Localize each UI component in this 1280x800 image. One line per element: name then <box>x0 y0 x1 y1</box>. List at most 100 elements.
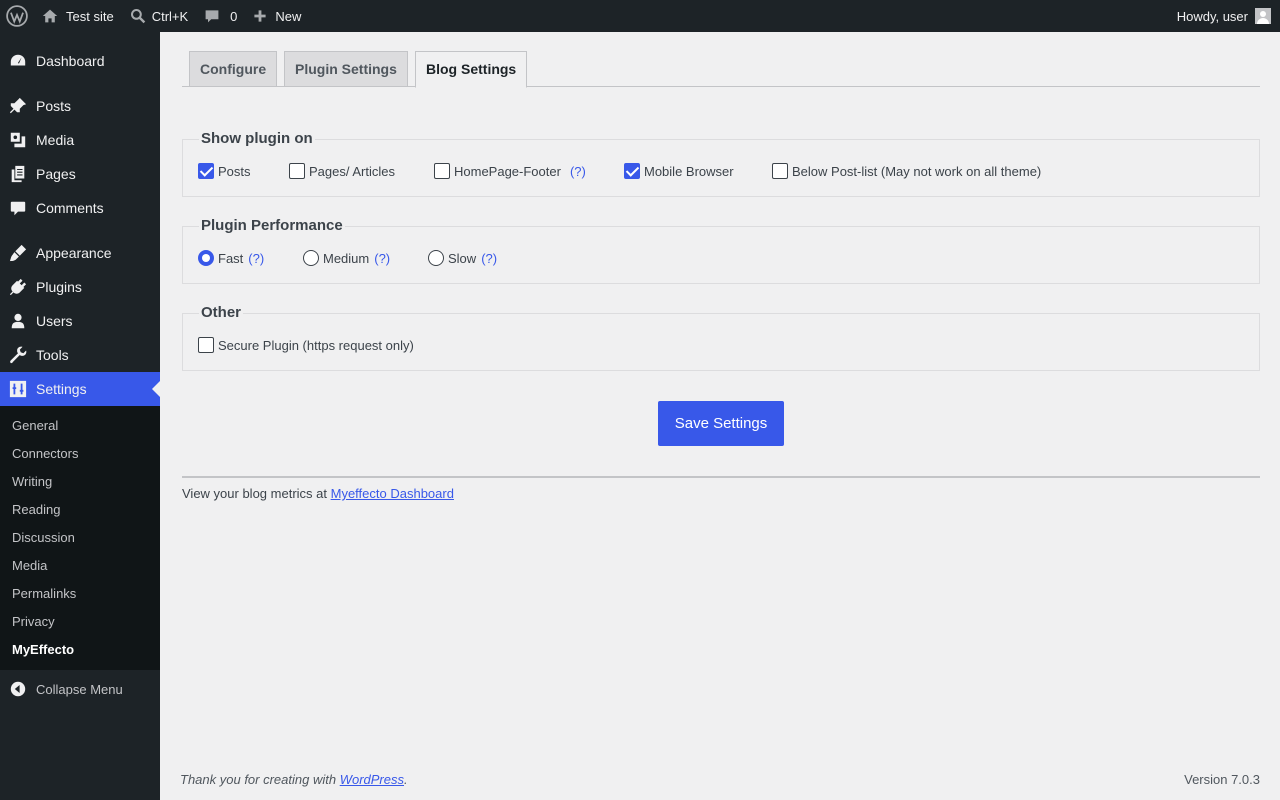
wrench-icon <box>0 346 36 364</box>
option-posts[interactable]: Posts <box>198 163 251 179</box>
option-label: Medium <box>323 250 370 266</box>
fast-radio[interactable] <box>198 250 214 266</box>
option-secure-plugin[interactable]: Secure Plugin (https request only) <box>198 337 414 353</box>
submenu-item-discussion[interactable]: Discussion <box>12 530 75 545</box>
sidebar-item-users[interactable]: Users <box>0 304 160 338</box>
sidebar-item-label: Pages <box>36 166 76 182</box>
option-label: Fast <box>218 250 244 266</box>
command-palette-button[interactable]: Ctrl+K <box>122 0 196 32</box>
account-menu[interactable]: Howdy, user <box>1169 0 1280 32</box>
sidebar-item-tools[interactable]: Tools <box>0 338 160 372</box>
option-label: Pages/ Articles <box>309 163 395 179</box>
settings-submenu: General Connectors Writing Reading Discu… <box>0 406 160 670</box>
admin-sidebar: Dashboard Posts Media Pages Comments App… <box>0 32 160 800</box>
homepage-footer-checkbox[interactable] <box>434 163 450 179</box>
home-icon <box>42 9 58 23</box>
sidebar-item-comments[interactable]: Comments <box>0 191 160 225</box>
sidebar-item-pages[interactable]: Pages <box>0 157 160 191</box>
sidebar-item-appearance[interactable]: Appearance <box>0 236 160 270</box>
option-label: Secure Plugin (https request only) <box>218 337 414 353</box>
submenu-item-privacy[interactable]: Privacy <box>12 614 55 629</box>
medium-radio[interactable] <box>303 250 319 266</box>
help-link[interactable]: (?) <box>481 251 497 266</box>
save-settings-button[interactable]: Save Settings <box>658 401 784 446</box>
myeffecto-dashboard-link[interactable]: Myeffecto Dashboard <box>331 486 454 501</box>
help-link[interactable]: (?) <box>570 164 586 179</box>
site-name-link[interactable]: Test site <box>34 0 122 32</box>
option-fast[interactable]: Fast (?) <box>198 250 264 266</box>
slow-radio[interactable] <box>428 250 444 266</box>
pin-icon <box>0 97 36 115</box>
sidebar-item-dashboard[interactable]: Dashboard <box>0 44 160 78</box>
collapse-menu-label: Collapse Menu <box>36 681 123 697</box>
fieldset-legend: Show plugin on <box>199 130 315 147</box>
avatar <box>1255 8 1271 24</box>
plugin-performance-fieldset: Plugin Performance Fast (?) Medium (?) S… <box>182 217 1260 284</box>
option-medium[interactable]: Medium (?) <box>303 250 390 266</box>
pages-icon <box>0 165 36 183</box>
submenu-item-general[interactable]: General <box>12 418 58 433</box>
sidebar-item-label: Settings <box>36 381 87 397</box>
option-below-post-list[interactable]: Below Post-list (May not work on all the… <box>772 163 1041 179</box>
submenu-item-connectors[interactable]: Connectors <box>12 446 78 461</box>
submenu-item-myeffecto[interactable]: MyEffecto <box>12 642 74 657</box>
posts-checkbox[interactable] <box>198 163 214 179</box>
comments-link[interactable]: 0 <box>196 0 245 32</box>
option-homepage-footer[interactable]: HomePage-Footer (?) <box>434 163 586 179</box>
admin-bar: Test site Ctrl+K 0 New Howdy, user <box>0 0 1280 32</box>
sidebar-item-label: Plugins <box>36 279 82 295</box>
option-label: Slow <box>448 250 477 266</box>
sidebar-item-label: Appearance <box>36 245 112 261</box>
help-link[interactable]: (?) <box>248 251 264 266</box>
metrics-text: View your blog metrics at Myeffecto Dash… <box>182 486 454 501</box>
media-icon <box>0 131 36 149</box>
sidebar-item-label: Comments <box>36 200 104 216</box>
submenu-item-media[interactable]: Media <box>12 558 47 573</box>
new-content-button[interactable]: New <box>245 0 309 32</box>
option-mobile-browser[interactable]: Mobile Browser <box>624 163 734 179</box>
tab-blog-settings[interactable]: Blog Settings <box>415 51 528 88</box>
show-plugin-on-fieldset: Show plugin on Posts Pages/ Articles Hom… <box>182 130 1260 197</box>
sidebar-item-label: Tools <box>36 347 69 363</box>
divider <box>182 476 1260 478</box>
sidebar-item-media[interactable]: Media <box>0 123 160 157</box>
option-label: Posts <box>218 163 251 179</box>
tab-configure[interactable]: Configure <box>189 51 278 87</box>
footer-thanks-suffix: . <box>404 772 408 787</box>
howdy-text: Howdy, user <box>1176 8 1248 24</box>
sidebar-item-settings[interactable]: Settings <box>0 372 160 406</box>
wordpress-logo-icon[interactable] <box>0 0 34 32</box>
submenu-item-writing[interactable]: Writing <box>12 474 52 489</box>
option-pages-articles[interactable]: Pages/ Articles <box>289 163 395 179</box>
sidebar-item-label: Posts <box>36 98 72 114</box>
footer-version: Version 7.0.3 <box>1184 772 1260 787</box>
option-slow[interactable]: Slow (?) <box>428 250 497 266</box>
settings-icon <box>0 380 36 398</box>
below-post-list-checkbox[interactable] <box>772 163 788 179</box>
wordpress-link[interactable]: WordPress <box>340 772 404 787</box>
submenu-item-permalinks[interactable]: Permalinks <box>12 586 76 601</box>
new-label: New <box>275 8 302 24</box>
option-label: Below Post-list (May not work on all the… <box>792 163 1042 179</box>
site-name: Test site <box>66 8 114 24</box>
fieldset-legend: Other <box>199 304 244 321</box>
sidebar-item-label: Users <box>36 313 73 329</box>
pages-articles-checkbox[interactable] <box>289 163 305 179</box>
option-label: Mobile Browser <box>644 163 734 179</box>
footer-thanks: Thank you for creating with WordPress. <box>180 772 408 787</box>
help-link[interactable]: (?) <box>374 251 390 266</box>
fieldset-legend: Plugin Performance <box>199 217 345 234</box>
sidebar-item-posts[interactable]: Posts <box>0 89 160 123</box>
dashboard-icon <box>0 52 36 70</box>
main-content: Configure Plugin Settings Blog Settings … <box>160 32 1280 800</box>
secure-plugin-checkbox[interactable] <box>198 337 214 353</box>
collapse-menu-button[interactable]: Collapse Menu <box>0 672 160 706</box>
sidebar-item-label: Media <box>36 132 75 148</box>
sidebar-item-plugins[interactable]: Plugins <box>0 270 160 304</box>
tab-plugin-settings[interactable]: Plugin Settings <box>284 51 408 87</box>
other-fieldset: Other Secure Plugin (https request only) <box>182 304 1260 371</box>
mobile-browser-checkbox[interactable] <box>624 163 640 179</box>
submenu-item-reading[interactable]: Reading <box>12 502 60 517</box>
comment-icon <box>205 10 219 23</box>
user-icon <box>0 312 36 330</box>
